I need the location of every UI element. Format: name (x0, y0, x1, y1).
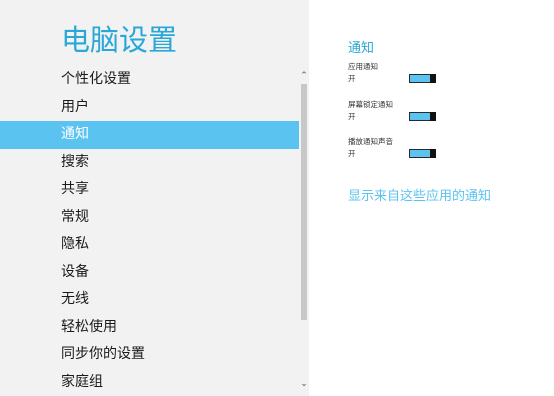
setting-notification-sounds: 播放通知声音 开 (348, 137, 548, 159)
sidebar-item-privacy[interactable]: 隐私 (0, 231, 299, 259)
setting-state: 开 (348, 74, 356, 83)
settings-menu: 个性化设置 用户 通知 搜索 共享 常规 隐私 设备 无线 轻松使用 同步你的设… (0, 66, 299, 396)
show-app-notifications-link[interactable]: 显示来自这些应用的通知 (348, 185, 491, 204)
sidebar-item-wireless[interactable]: 无线 (0, 286, 299, 314)
setting-lock-screen-notifications: 屏幕锁定通知 开 (348, 100, 548, 122)
toggle-knob (430, 112, 436, 121)
sidebar-item-general[interactable]: 常规 (0, 204, 299, 232)
page-title: 电脑设置 (61, 23, 178, 57)
scroll-up-icon[interactable]: ⌃ (299, 70, 309, 82)
sidebar-item-users[interactable]: 用户 (0, 94, 299, 122)
setting-state: 开 (348, 112, 356, 121)
setting-label: 屏幕锁定通知 (348, 100, 393, 109)
lock-screen-notifications-toggle[interactable] (409, 112, 436, 121)
sidebar-item-sync-settings[interactable]: 同步你的设置 (0, 341, 299, 369)
notification-sounds-toggle[interactable] (409, 149, 436, 158)
sidebar-item-share[interactable]: 共享 (0, 176, 299, 204)
sidebar-scrollbar[interactable]: ⌃ ⌄ (299, 66, 309, 392)
sidebar-item-search[interactable]: 搜索 (0, 149, 299, 177)
scroll-down-icon[interactable]: ⌄ (299, 378, 309, 390)
scroll-thumb[interactable] (301, 84, 307, 320)
setting-app-notifications: 应用通知 开 (348, 62, 548, 84)
toggle-knob (430, 149, 436, 158)
sidebar-item-notifications[interactable]: 通知 (0, 121, 299, 149)
section-title: 通知 (348, 41, 375, 56)
app-notifications-toggle[interactable] (409, 74, 436, 83)
setting-label: 应用通知 (348, 62, 378, 71)
setting-label: 播放通知声音 (348, 137, 393, 146)
settings-sidebar: 电脑设置 个性化设置 用户 通知 搜索 共享 常规 隐私 设备 无线 轻松使用 … (0, 0, 309, 396)
toggle-knob (430, 74, 436, 83)
notifications-panel: 通知 应用通知 开 屏幕锁定通知 开 播放通知声音 开 显示来自这些应用的通知 (348, 0, 548, 396)
sidebar-item-devices[interactable]: 设备 (0, 259, 299, 287)
setting-state: 开 (348, 149, 356, 158)
sidebar-item-homegroup[interactable]: 家庭组 (0, 369, 299, 396)
sidebar-item-ease-of-access[interactable]: 轻松使用 (0, 314, 299, 342)
sidebar-item-personalization[interactable]: 个性化设置 (0, 66, 299, 94)
